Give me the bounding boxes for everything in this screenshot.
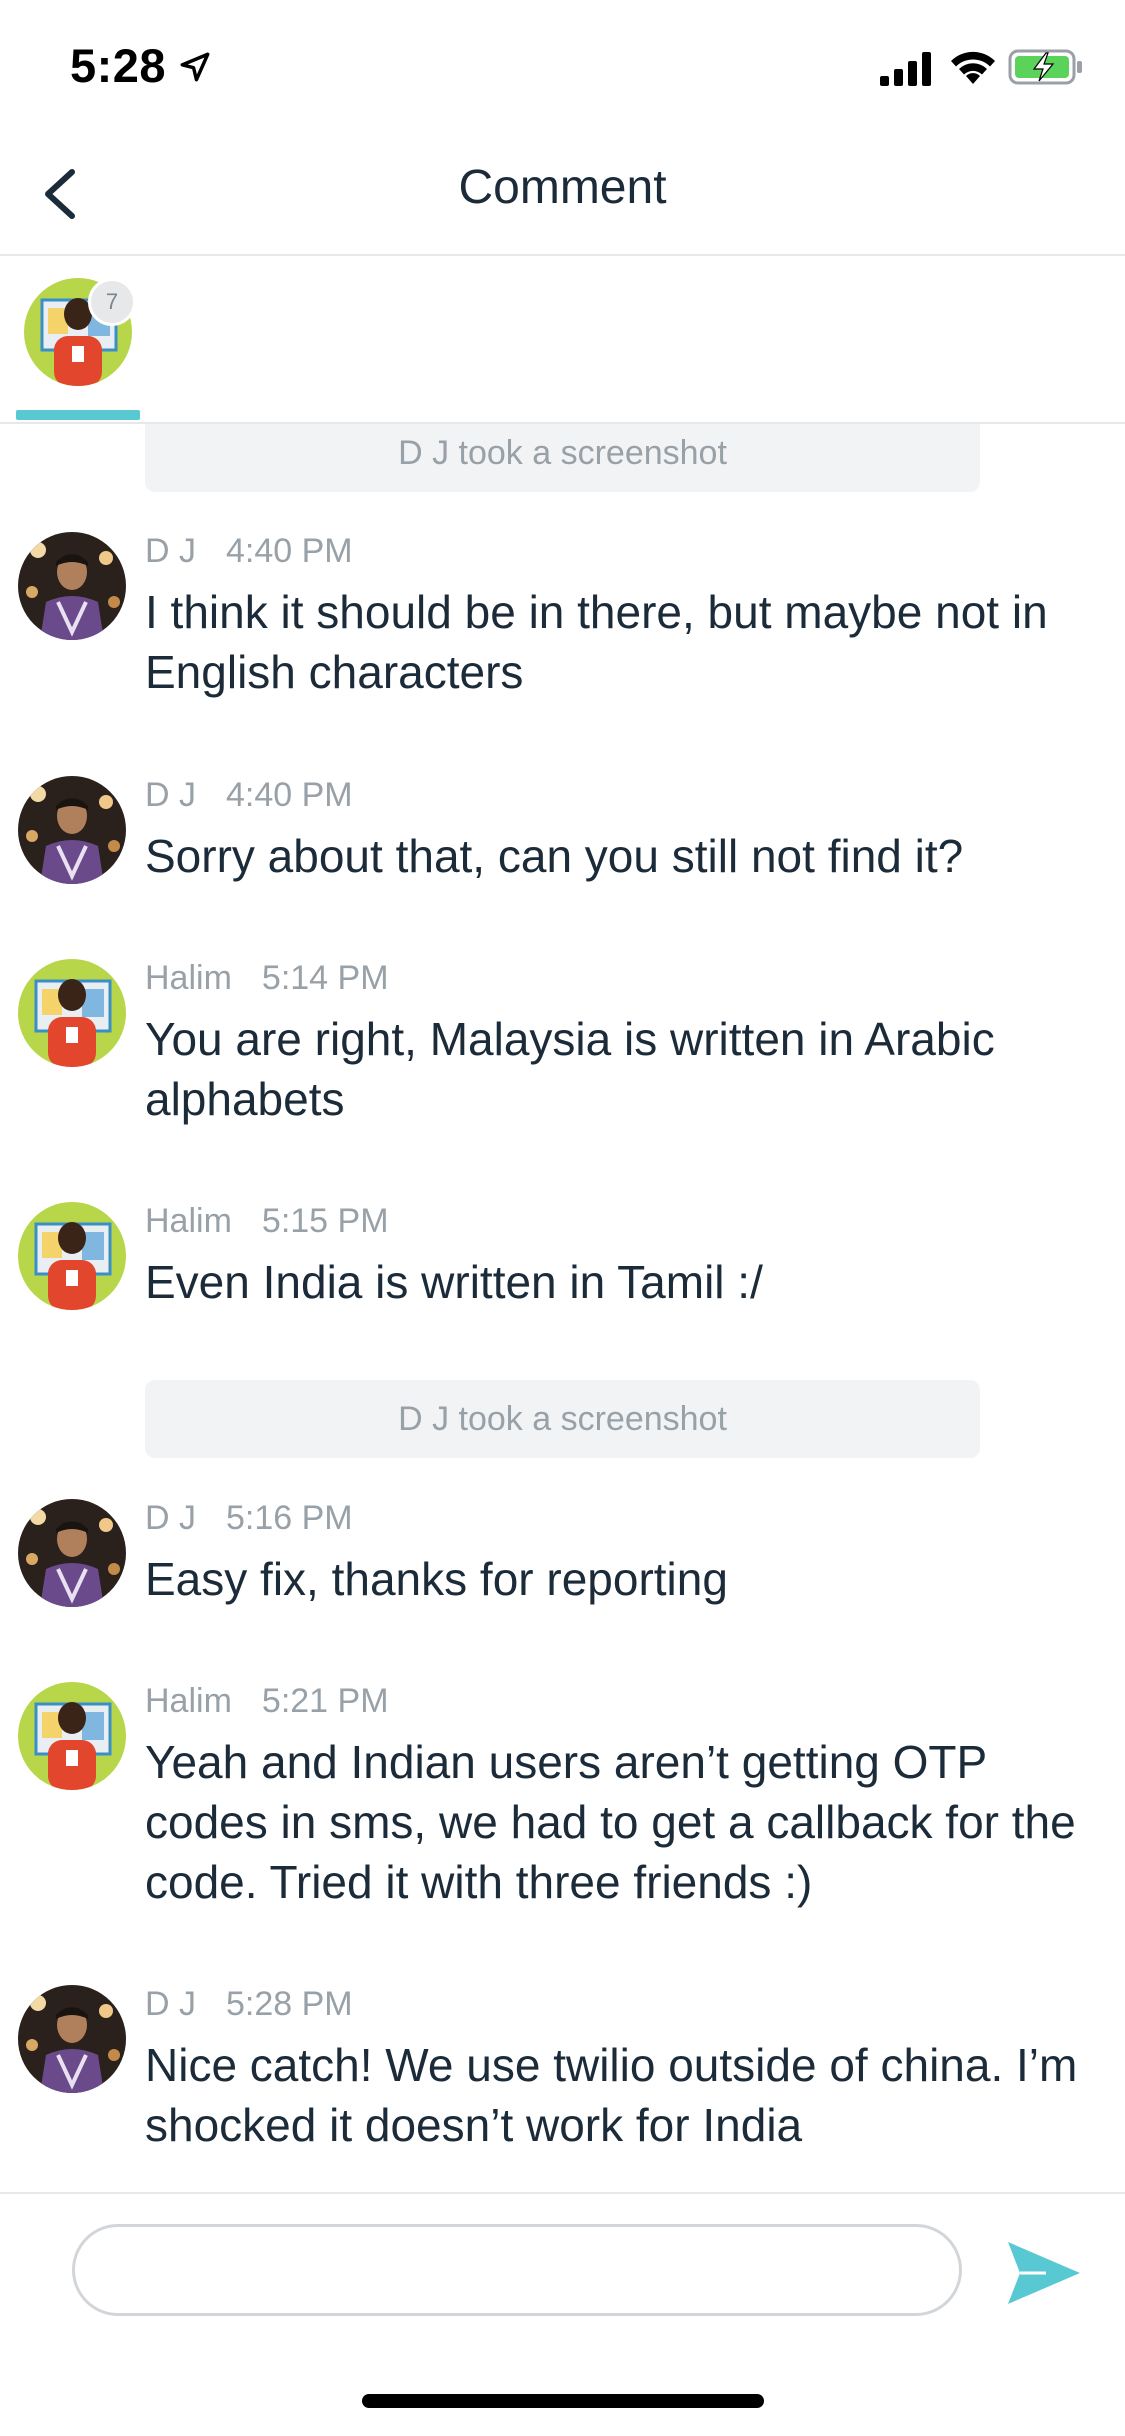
- message-text: Even India is written in Tamil :/: [145, 1256, 763, 1308]
- sender-name: D J: [145, 532, 196, 570]
- comment-screen: 5:28 Comment 7 D J took a screenshot D J…: [0, 0, 1125, 2436]
- avatar[interactable]: [18, 1985, 126, 2093]
- page-title: Comment: [458, 161, 667, 214]
- avatar[interactable]: [18, 1682, 126, 1790]
- avatar[interactable]: [18, 532, 126, 640]
- sender-name: Halim: [145, 959, 232, 997]
- message-time: 5:21 PM: [261, 1682, 389, 1720]
- avatar[interactable]: [18, 776, 126, 884]
- sender-name: D J: [145, 776, 196, 814]
- sender-name: D J: [145, 1985, 196, 2023]
- status-time: 5:28: [70, 39, 167, 92]
- home-indicator[interactable]: [362, 2394, 764, 2408]
- comment-input[interactable]: [72, 2224, 962, 2316]
- message-text: I think it should be in there, but maybe…: [145, 586, 1048, 698]
- sender-name: D J: [145, 1499, 196, 1537]
- navigation-bar: Comment: [0, 132, 1125, 256]
- system-note: D J took a screenshot: [145, 1380, 980, 1458]
- avatar[interactable]: [18, 1499, 126, 1607]
- message-time: 5:28 PM: [226, 1985, 353, 2023]
- system-note: D J took a screenshot: [145, 424, 980, 492]
- message-meta: Halim 5:15 PM: [145, 1202, 389, 1241]
- message-meta: Halim 5:14 PM: [145, 959, 389, 998]
- message-meta: Halim 5:21 PM: [145, 1682, 389, 1721]
- message-time: 5:15 PM: [261, 1202, 389, 1240]
- cellular-signal-icon: [880, 52, 931, 86]
- message-meta: D J 4:40 PM: [145, 776, 353, 815]
- message-text: Nice catch! We use twilio outside of chi…: [145, 2039, 1078, 2151]
- message-meta: D J 5:16 PM: [145, 1499, 353, 1538]
- message-time: 4:40 PM: [226, 532, 353, 570]
- unread-count-badge: 7: [88, 278, 136, 326]
- participant-strip: 7: [0, 256, 1125, 424]
- avatar[interactable]: [18, 959, 126, 1067]
- message-time: 5:16 PM: [226, 1499, 353, 1537]
- battery-charging-icon: [1008, 49, 1082, 85]
- message-meta: D J 4:40 PM: [145, 532, 353, 571]
- status-bar: 5:28: [0, 0, 1125, 132]
- message-text: You are right, Malaysia is written in Ar…: [145, 1013, 995, 1125]
- avatar[interactable]: [18, 1202, 126, 1310]
- wifi-icon: [951, 51, 995, 84]
- send-button[interactable]: [1006, 2238, 1082, 2308]
- location-arrow-icon: [180, 52, 210, 82]
- message-text: Easy fix, thanks for reporting: [145, 1553, 728, 1605]
- composer-bar: [0, 2192, 1125, 2436]
- message-list[interactable]: D J took a screenshot D J 4:40 PM I think…: [0, 424, 1125, 2192]
- message-text: Sorry about that, can you still not find…: [145, 830, 964, 882]
- message-time: 5:14 PM: [261, 959, 389, 997]
- sender-name: Halim: [145, 1202, 232, 1240]
- message-text: Yeah and Indian users aren’t getting OTP…: [145, 1736, 1076, 1908]
- message-time: 4:40 PM: [226, 776, 353, 814]
- message-meta: D J 5:28 PM: [145, 1985, 353, 2024]
- sender-name: Halim: [145, 1682, 232, 1720]
- participant-halim[interactable]: 7: [16, 278, 140, 422]
- selected-indicator: [16, 410, 140, 420]
